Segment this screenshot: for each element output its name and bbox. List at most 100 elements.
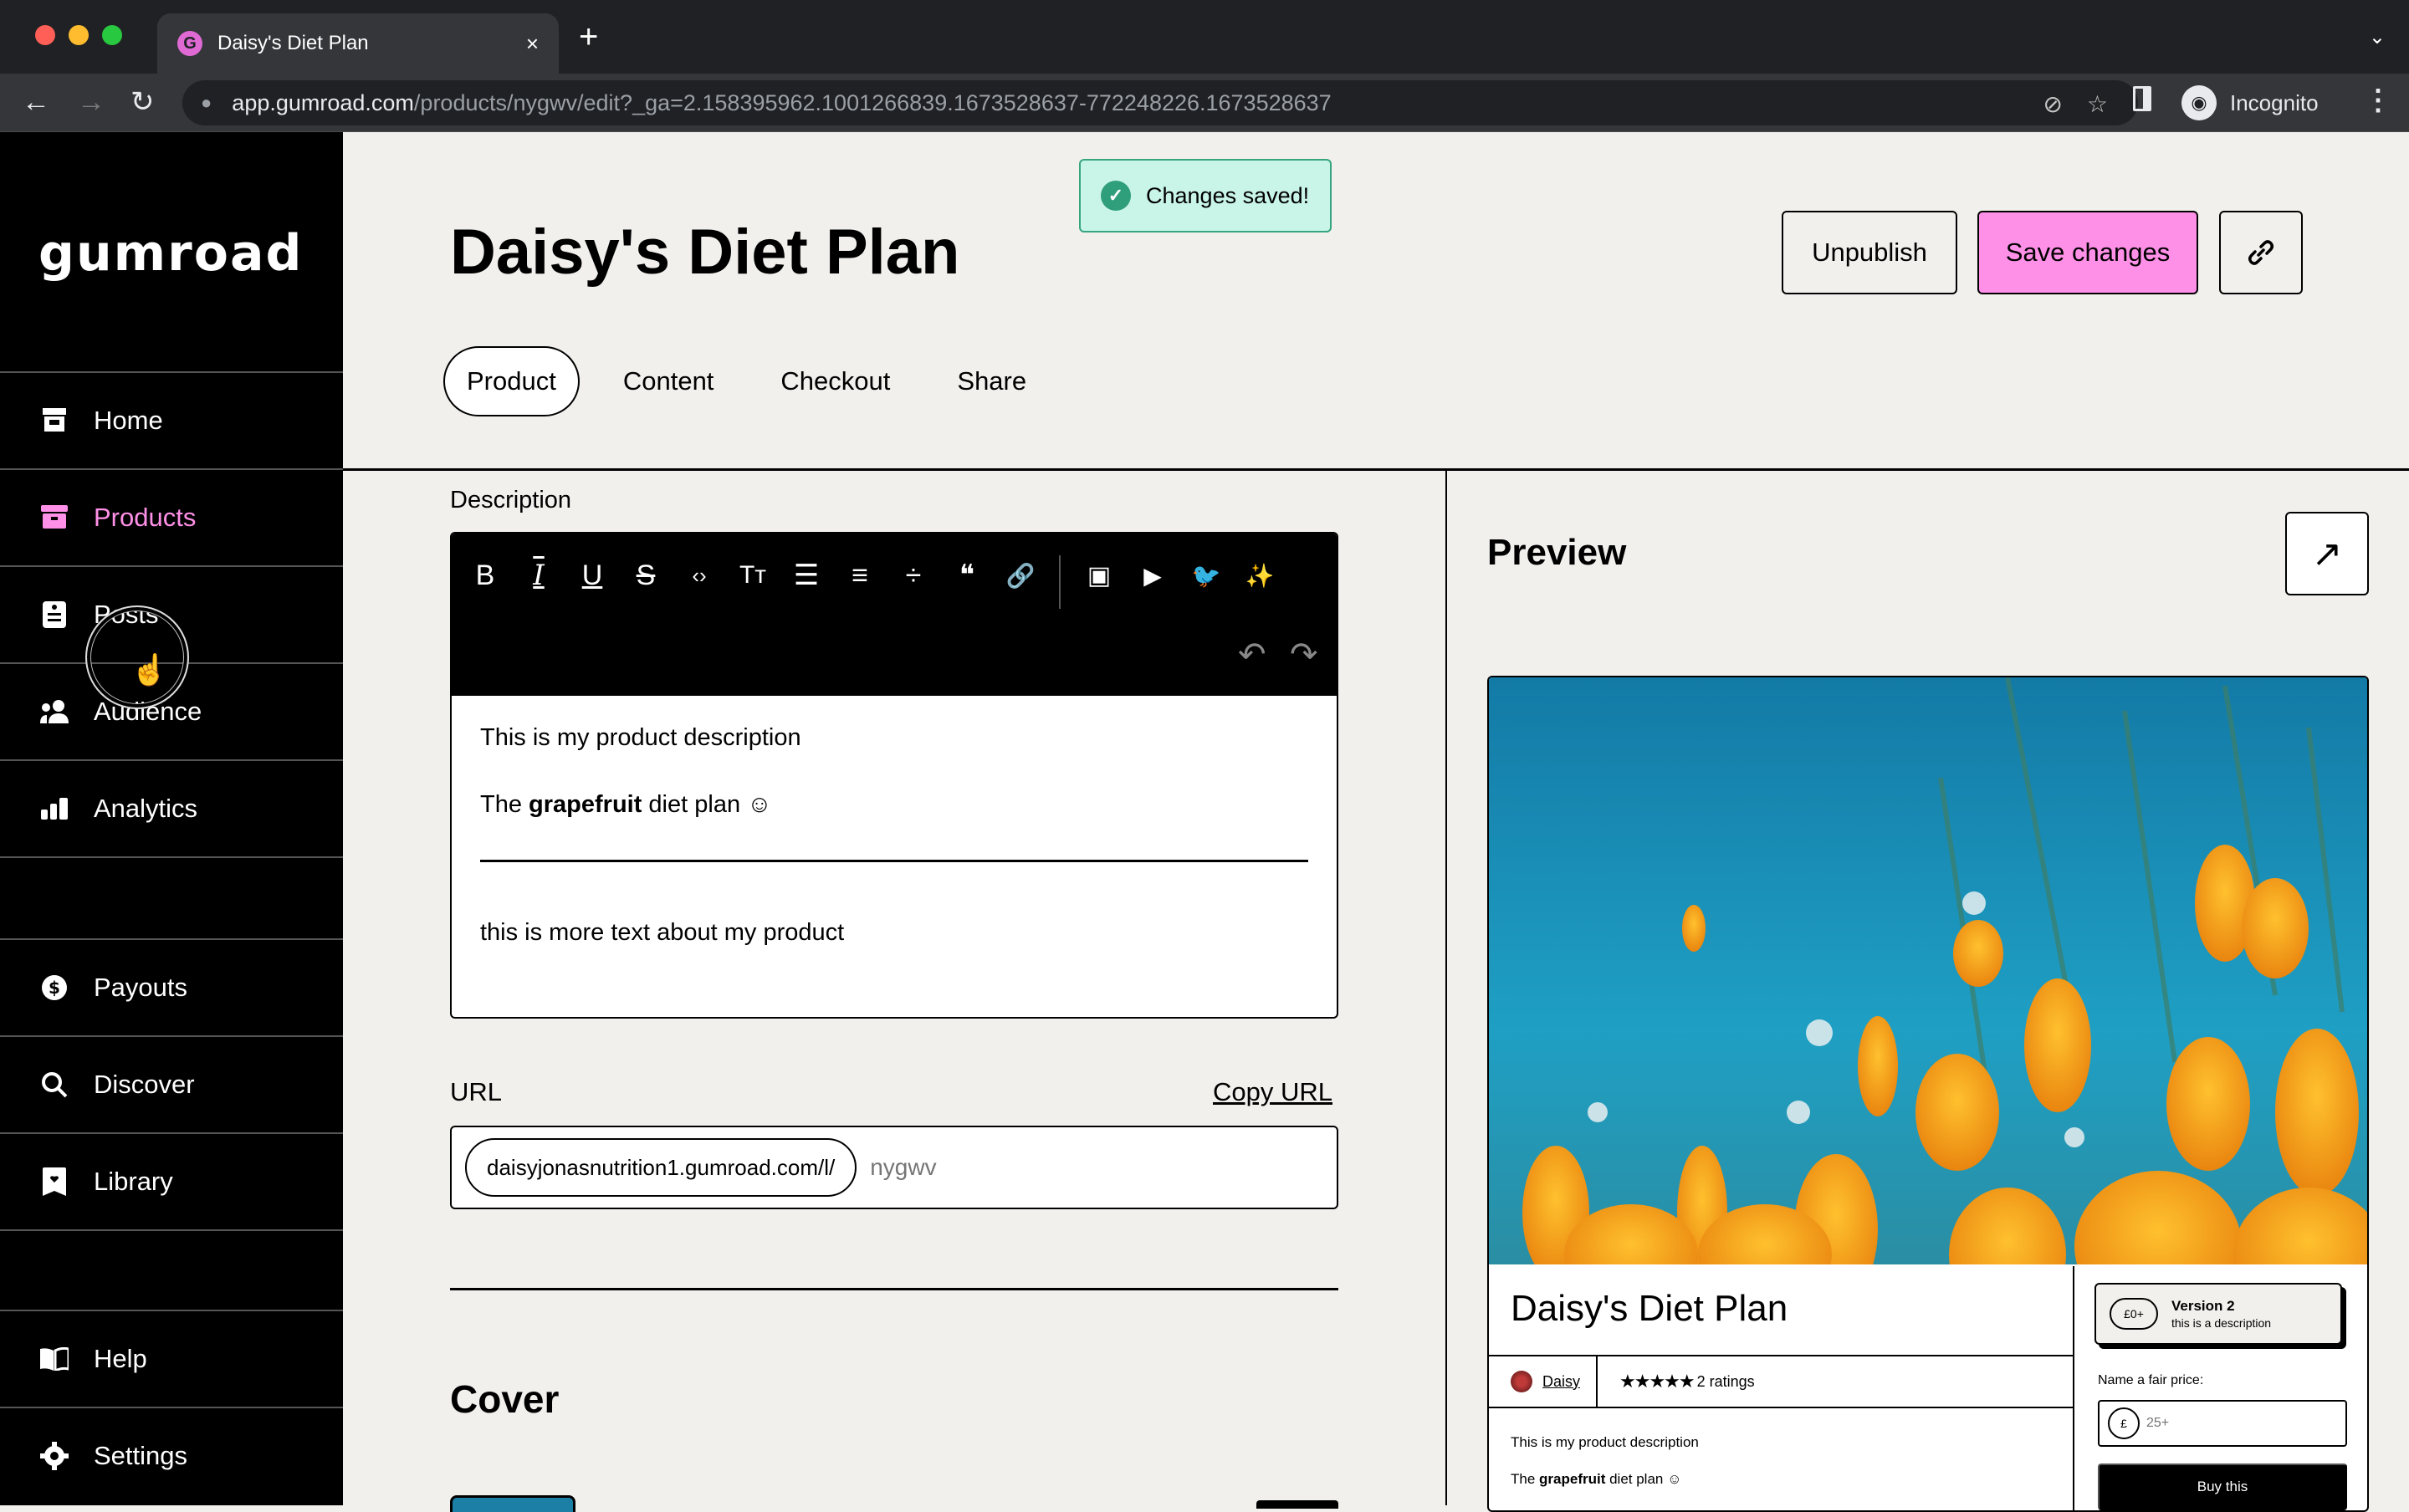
editor-toolbar: B I U S ‹› Tт ☰ ≡ ÷ ❝ 🔗 ▣ ▶ 🐦 ✨ ↶ ↷ [452, 534, 1337, 696]
new-tab-icon[interactable]: + [579, 20, 598, 54]
page-title: Daisy's Diet Plan [450, 217, 960, 288]
product-preview-card: Daisy's Diet Plan Daisy ★★★★★ 2 ratings … [1487, 676, 2369, 1512]
gumroad-favicon-icon: G [177, 31, 202, 56]
save-changes-button[interactable]: Save changes [1977, 211, 2198, 294]
undo-icon[interactable]: ↶ [1238, 636, 1266, 674]
sidebar-item-label: Help [94, 1344, 147, 1373]
fair-price-label: Name a fair price: [2098, 1373, 2204, 1387]
browser-toolbar: ← → ↻ ● app.gumroad.com/products/nygwv/e… [0, 74, 2409, 132]
toolbar-separator [1059, 555, 1061, 609]
description-paragraph: this is more text about my product [480, 919, 845, 946]
text-run: The [480, 791, 529, 818]
description-content[interactable]: This is my product description The grape… [452, 696, 1337, 1008]
italic-icon[interactable]: I [520, 557, 557, 594]
quote-icon[interactable]: ❝ [949, 557, 985, 594]
browser-menu-icon[interactable]: ⋮ [2364, 84, 2392, 117]
address-bar[interactable]: ● app.gumroad.com/products/nygwv/edit?_g… [182, 80, 2138, 125]
section-divider [450, 1288, 1338, 1290]
sidebar: Gumroad Home Products Posts Audience Ana… [0, 132, 343, 1505]
sidebar-item-library[interactable]: Library [0, 1132, 343, 1229]
text-size-icon[interactable]: Tт [734, 557, 771, 594]
url-prefix: daisyjonasnutrition1.gumroad.com/l/ [465, 1138, 857, 1197]
description-paragraph: This is my product description [480, 724, 801, 751]
bullet-list-icon[interactable]: ☰ [788, 557, 825, 594]
window-minimize-button[interactable] [69, 25, 89, 45]
forward-arrow-icon[interactable]: → [77, 85, 105, 119]
browser-tab[interactable]: G Daisy's Diet Plan × [157, 13, 559, 74]
video-icon[interactable]: ▶ [1134, 557, 1171, 594]
sidebar-item-payouts[interactable]: $ Payouts [0, 938, 343, 1035]
sidebar-item-discover[interactable]: Discover [0, 1035, 343, 1132]
incognito-label: Incognito [2230, 89, 2319, 115]
side-panel-icon[interactable] [2133, 86, 2151, 111]
sidebar-item-settings[interactable]: Settings [0, 1407, 343, 1504]
bold-icon[interactable]: B [467, 557, 504, 594]
tab-product[interactable]: Product [443, 346, 580, 416]
sidebar-item-products[interactable]: Products [0, 468, 343, 565]
preview-rating: ★★★★★ 2 ratings [1598, 1371, 1755, 1392]
version-option[interactable]: £0+ Version 2 this is a description [2094, 1283, 2342, 1345]
copy-url-link[interactable]: Copy URL [1213, 1077, 1332, 1107]
eye-off-icon[interactable]: ⊘ [2043, 90, 2063, 118]
creator-avatar [1511, 1371, 1532, 1392]
users-icon [40, 697, 69, 726]
strikethrough-icon[interactable]: S [627, 557, 664, 594]
horizontal-rule-icon[interactable]: ÷ [895, 557, 932, 594]
reload-icon[interactable]: ↻ [130, 85, 155, 119]
bookmark-star-icon[interactable]: ☆ [2087, 90, 2108, 118]
sidebar-item-help[interactable]: Help [0, 1310, 343, 1407]
version-description: this is a description [2171, 1316, 2272, 1330]
arrow-up-right-icon: ↗ [2311, 533, 2343, 575]
sidebar-item-home[interactable]: Home [0, 371, 343, 468]
text-run: diet plan ☺ [1605, 1471, 1682, 1487]
check-circle-icon: ✓ [1101, 181, 1131, 211]
window-maximize-button[interactable] [102, 25, 122, 45]
open-preview-button[interactable]: ↗ [2285, 512, 2369, 595]
tab-share[interactable]: Share [933, 346, 1050, 416]
cover-image [1489, 677, 2367, 1264]
preview-meta-row: Daisy ★★★★★ 2 ratings [1489, 1355, 2074, 1408]
sidebar-item-label: Home [94, 406, 163, 435]
text-run: The [1511, 1471, 1540, 1487]
link-icon[interactable]: 🔗 [1002, 557, 1039, 594]
buy-this-button[interactable]: Buy this [2098, 1463, 2347, 1510]
preview-description-paragraph: The grapefruit diet plan ☺ [1511, 1470, 1699, 1507]
underline-icon[interactable]: U [574, 557, 611, 594]
tab-content[interactable]: Content [600, 346, 738, 416]
sidebar-item-label: Products [94, 503, 197, 532]
version-text: Version 2 this is a description [2171, 1298, 2271, 1330]
back-arrow-icon[interactable]: ← [22, 85, 50, 119]
sidebar-divider [0, 1229, 343, 1313]
image-icon[interactable]: ▣ [1081, 557, 1118, 594]
twitter-icon[interactable]: 🐦 [1188, 557, 1225, 594]
poppy-flowers-image [1489, 677, 2367, 1264]
url-slug-input[interactable] [870, 1154, 1205, 1181]
tab-search-chevron-icon[interactable]: ⌄ [2369, 25, 2386, 49]
bookmark-heart-icon [40, 1167, 69, 1196]
unpublish-button[interactable]: Unpublish [1782, 211, 1957, 294]
preview-purchase-panel: £0+ Version 2 this is a description Name… [2076, 1266, 2367, 1510]
close-tab-icon[interactable]: × [526, 31, 539, 57]
gumroad-logo[interactable]: Gumroad [38, 224, 303, 283]
preview-product-info: Daisy's Diet Plan Daisy ★★★★★ 2 ratings … [1489, 1266, 2074, 1510]
redo-icon[interactable]: ↷ [1290, 636, 1318, 674]
preview-creator[interactable]: Daisy [1489, 1356, 1598, 1407]
insert-embed-icon[interactable]: ✨ [1241, 557, 1278, 594]
description-label: Description [450, 487, 572, 513]
tab-checkout[interactable]: Checkout [757, 346, 913, 416]
code-icon[interactable]: ‹› [681, 557, 718, 594]
cover-action-button[interactable] [1256, 1500, 1338, 1509]
preview-title: Preview [1487, 532, 1627, 573]
creator-name-link[interactable]: Daisy [1542, 1373, 1580, 1391]
numbered-list-icon[interactable]: ≡ [841, 557, 878, 594]
sidebar-item-label: Library [94, 1167, 173, 1196]
copy-link-button[interactable] [2219, 211, 2303, 294]
window-close-button[interactable] [35, 25, 55, 45]
cover-thumbnail[interactable] [450, 1495, 575, 1512]
price-field: £ [2098, 1400, 2347, 1447]
sidebar-item-analytics[interactable]: Analytics [0, 759, 343, 856]
document-icon [40, 600, 69, 629]
search-icon [40, 1070, 69, 1099]
incognito-profile-button[interactable]: ◉ Incognito [2175, 80, 2337, 125]
price-input[interactable] [2146, 1416, 2314, 1431]
